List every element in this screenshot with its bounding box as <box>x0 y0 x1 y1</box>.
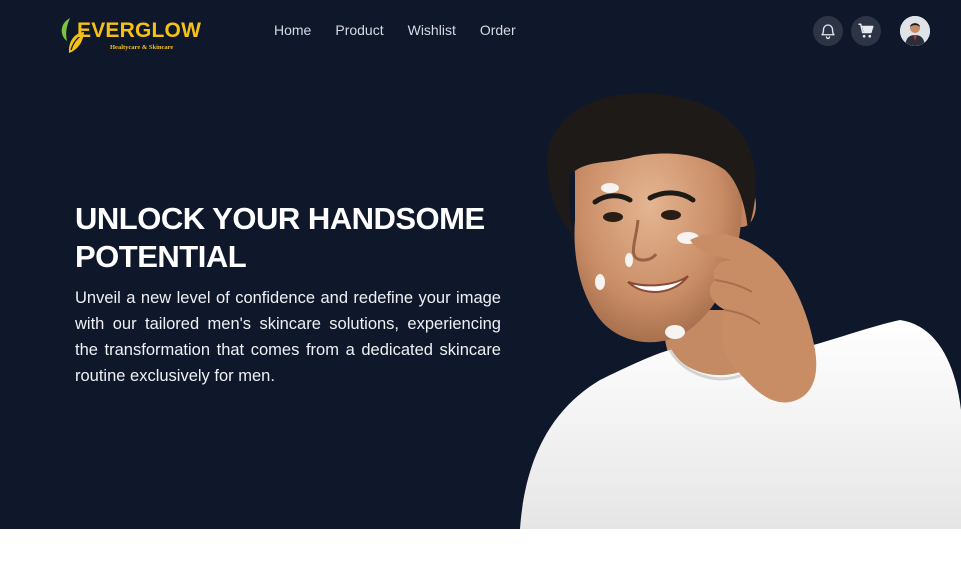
hero-section: EVERGLOW Healtycare & Skincare Home Prod… <box>0 0 961 529</box>
nav-order-link[interactable]: Order <box>480 22 516 38</box>
main-nav: Home Product Wishlist Order <box>262 22 528 38</box>
user-avatar[interactable] <box>900 16 930 46</box>
nav-home-link[interactable]: Home <box>274 22 311 38</box>
brand-logo[interactable]: EVERGLOW Healtycare & Skincare <box>56 14 216 56</box>
notifications-button[interactable] <box>813 16 843 46</box>
user-photo <box>900 16 930 46</box>
brand-name: EVERGLOW <box>77 19 202 42</box>
nav-wishlist-link[interactable]: Wishlist <box>408 22 456 38</box>
bell-icon <box>821 24 835 40</box>
top-navbar: EVERGLOW Healtycare & Skincare Home Prod… <box>0 0 961 62</box>
cart-icon <box>858 23 874 38</box>
hero-headline: UNLOCK YOUR HANDSOME POTENTIAL <box>75 201 485 274</box>
hero-description: Unveil a new level of confidence and red… <box>75 289 501 385</box>
nav-product-link[interactable]: Product <box>335 22 383 38</box>
brand-tagline: Healtycare & Skincare <box>110 44 174 51</box>
hero-portrait-image <box>520 93 961 529</box>
cart-button[interactable] <box>851 16 881 46</box>
